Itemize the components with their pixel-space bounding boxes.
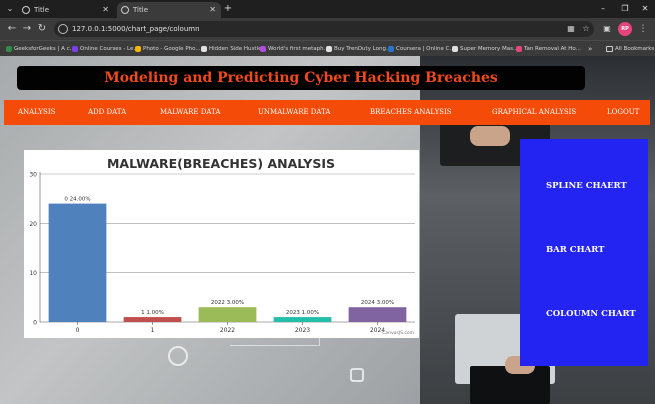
bar-data-label: 2024 3.00% bbox=[361, 300, 394, 306]
main-nav: ANALYSIS ADD DATA MALWARE DATA UNMALWARE… bbox=[4, 100, 650, 125]
chart-svg: MALWARE(BREACHES) ANALYSIS01020300 24.00… bbox=[29, 156, 415, 336]
chart-bar bbox=[123, 317, 182, 322]
bookmark-item[interactable]: Coursera | Online C... bbox=[388, 41, 455, 57]
window-close-icon[interactable]: ✕ bbox=[638, 2, 652, 16]
bookmark-favicon-icon bbox=[260, 46, 266, 52]
bookmark-favicon-icon bbox=[516, 46, 522, 52]
bookmark-favicon-icon bbox=[452, 46, 458, 52]
spline-chart-link[interactable]: SPLINE CHAERT bbox=[546, 181, 646, 191]
bookmark-item[interactable]: Online Courses - Le... bbox=[72, 41, 139, 57]
chart-title: MALWARE(BREACHES) ANALYSIS bbox=[107, 156, 335, 171]
bookmark-item[interactable]: Photo - Google Pho... bbox=[135, 41, 201, 57]
browser-tab[interactable]: Title ✕ bbox=[18, 2, 114, 18]
bookmark-item[interactable]: GeeksforGeeks | A c... bbox=[6, 41, 75, 57]
site-info-icon[interactable] bbox=[58, 24, 68, 34]
bar-chart-link[interactable]: BAR CHART bbox=[546, 245, 646, 255]
chart-bar bbox=[348, 307, 407, 322]
nav-logout[interactable]: LOGOUT bbox=[607, 100, 639, 125]
close-tab-icon[interactable]: ✕ bbox=[102, 2, 109, 18]
tab-title: Title bbox=[133, 6, 149, 14]
bookmark-label: Online Courses - Le... bbox=[80, 46, 139, 52]
all-bookmarks-label: All Bookmarks bbox=[615, 46, 655, 52]
bookmark-label: World's first metaph... bbox=[268, 46, 329, 52]
x-tick-label: 2022 bbox=[220, 327, 235, 334]
bookmark-favicon-icon bbox=[388, 46, 394, 52]
side-panel-icon[interactable]: ▣ bbox=[602, 24, 612, 34]
minimize-icon[interactable]: – bbox=[596, 2, 610, 16]
gear-icon bbox=[168, 346, 188, 366]
bookmark-item[interactable]: Super Memory Mas... bbox=[452, 41, 518, 57]
nav-graphical-analysis[interactable]: GRAPHICAL ANALYSIS bbox=[492, 100, 576, 125]
more-bookmarks-icon[interactable]: » bbox=[588, 41, 592, 57]
folder-icon bbox=[606, 46, 613, 52]
bar-data-label: 1 1.00% bbox=[141, 310, 164, 316]
bookmark-label: GeeksforGeeks | A c... bbox=[14, 46, 75, 52]
nav-add-data[interactable]: ADD DATA bbox=[88, 100, 126, 125]
bookmark-favicon-icon bbox=[72, 46, 78, 52]
chart-type-panel: SPLINE CHAERT BAR CHART COLOUMN CHART bbox=[520, 139, 648, 366]
app-title-bar: Modeling and Predicting Cyber Hacking Br… bbox=[17, 66, 585, 90]
chart-bar bbox=[48, 203, 107, 322]
address-bar[interactable]: 127.0.0.1:5000/chart_page/coloumn ▦ ☆ bbox=[54, 21, 594, 37]
globe-icon bbox=[22, 6, 30, 14]
bookmarks-bar: GeeksforGeeks | A c... Online Courses - … bbox=[0, 40, 655, 56]
column-chart: MALWARE(BREACHES) ANALYSIS 0 10 20 30 0 24.00… bbox=[24, 150, 419, 338]
all-bookmarks-button[interactable]: All Bookmarks bbox=[606, 41, 654, 57]
bookmark-item[interactable]: World's first metaph... bbox=[260, 41, 329, 57]
bookmark-favicon-icon bbox=[135, 46, 141, 52]
column-chart-link[interactable]: COLOUMN CHART bbox=[546, 309, 646, 319]
bar-data-label: 2023 1.00% bbox=[286, 310, 319, 316]
new-tab-icon[interactable]: + bbox=[222, 2, 234, 16]
bookmark-star-icon[interactable]: ☆ bbox=[581, 24, 591, 34]
bookmark-label: Hidden Side Hustle bbox=[209, 46, 262, 52]
bookmark-favicon-icon bbox=[326, 46, 332, 52]
page-title: Modeling and Predicting Cyber Hacking Br… bbox=[104, 70, 498, 86]
chart-bar bbox=[273, 317, 332, 322]
bookmark-label: Buy TrenDuty Long... bbox=[334, 46, 392, 52]
y-tick-label: 10 bbox=[29, 270, 37, 277]
x-tick-label: 0 bbox=[76, 327, 80, 334]
bookmark-favicon-icon bbox=[201, 46, 207, 52]
bookmark-label: Tan Removal At Ho... bbox=[524, 46, 581, 52]
chart-credit: CanvasJS.com bbox=[382, 330, 414, 336]
chart-bar bbox=[198, 307, 257, 322]
browser-tab-strip: ⌄ Title ✕ Title ✕ + – ❐ ✕ bbox=[0, 0, 655, 18]
bookmark-item[interactable]: Tan Removal At Ho... bbox=[516, 41, 581, 57]
forward-icon[interactable]: → bbox=[21, 22, 33, 36]
bookmark-label: Photo - Google Pho... bbox=[143, 46, 201, 52]
reload-icon[interactable]: ↻ bbox=[36, 22, 48, 36]
tab-search-chevron-icon[interactable]: ⌄ bbox=[4, 3, 16, 15]
browser-menu-icon[interactable]: ⋮ bbox=[638, 22, 648, 36]
bar-data-label: 2022 3.00% bbox=[211, 300, 244, 306]
bookmark-item[interactable]: Buy TrenDuty Long... bbox=[326, 41, 391, 57]
bookmark-favicon-icon bbox=[6, 46, 12, 52]
tab-title: Title bbox=[34, 6, 50, 14]
translate-icon[interactable]: ▦ bbox=[566, 24, 576, 34]
y-tick-label: 20 bbox=[29, 221, 37, 228]
hand-image bbox=[470, 126, 510, 146]
x-tick-label: 1 bbox=[151, 327, 155, 334]
nav-analysis[interactable]: ANALYSIS bbox=[18, 100, 55, 125]
close-tab-icon[interactable]: ✕ bbox=[209, 2, 216, 18]
x-tick-label: 2023 bbox=[295, 327, 310, 334]
back-icon[interactable]: ← bbox=[6, 22, 18, 36]
bookmark-label: Coursera | Online C... bbox=[396, 46, 455, 52]
globe-icon bbox=[121, 6, 129, 14]
browser-tab-active[interactable]: Title ✕ bbox=[117, 2, 221, 18]
bookmark-item[interactable]: Hidden Side Hustle bbox=[201, 41, 261, 57]
nav-unmalware-data[interactable]: UNMALWARE DATA bbox=[258, 100, 330, 125]
y-tick-label: 30 bbox=[29, 172, 37, 179]
page-content: Modeling and Predicting Cyber Hacking Br… bbox=[0, 56, 655, 404]
browser-toolbar: ← → ↻ 127.0.0.1:5000/chart_page/coloumn … bbox=[0, 18, 655, 40]
shield-icon bbox=[350, 368, 364, 382]
bookmark-label: Super Memory Mas... bbox=[460, 46, 519, 52]
url-text[interactable]: 127.0.0.1:5000/chart_page/coloumn bbox=[72, 21, 200, 37]
profile-avatar[interactable]: RP bbox=[618, 22, 632, 36]
nav-breaches-analysis[interactable]: BREACHES ANALYSIS bbox=[370, 100, 452, 125]
nav-malware-data[interactable]: MALWARE DATA bbox=[160, 100, 220, 125]
bar-data-label: 0 24.00% bbox=[64, 197, 90, 203]
restore-icon[interactable]: ❐ bbox=[618, 2, 632, 16]
y-tick-label: 0 bbox=[33, 320, 37, 327]
